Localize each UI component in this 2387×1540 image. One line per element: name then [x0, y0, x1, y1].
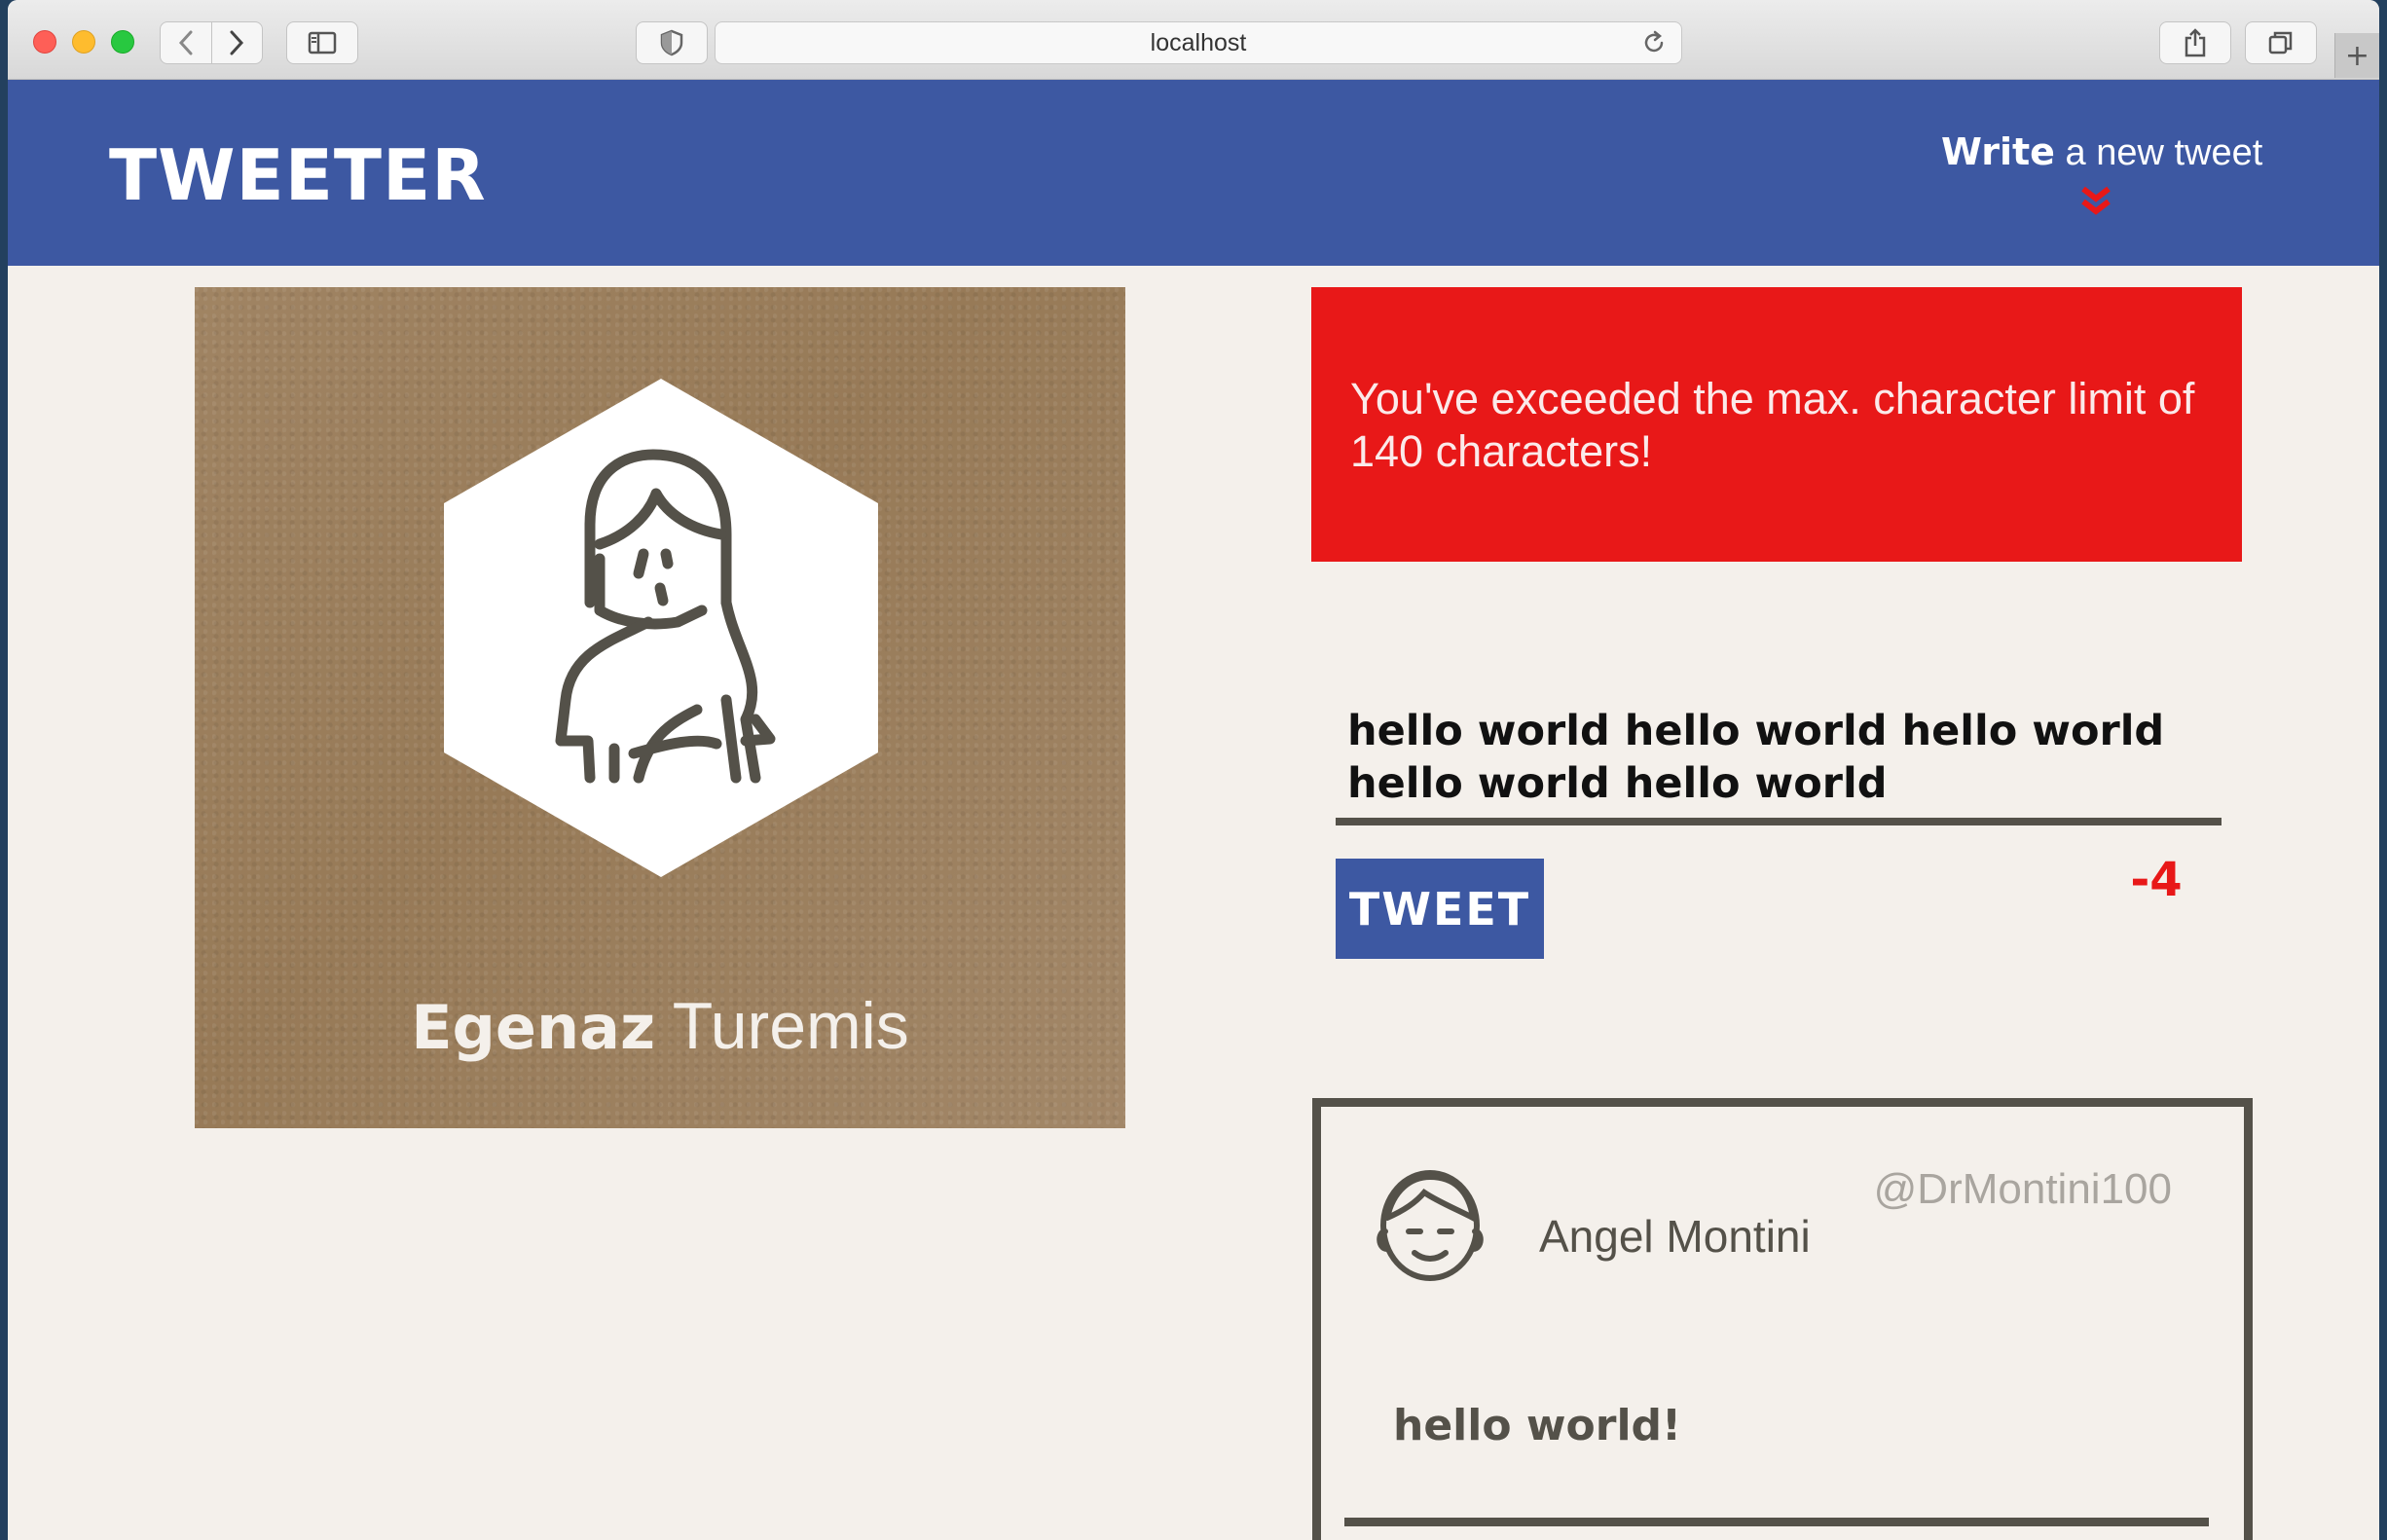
history-navigation [160, 21, 263, 64]
profile-avatar [444, 379, 878, 877]
profile-card: Egenaz Turemis [195, 287, 1125, 1128]
minimize-window-button[interactable] [72, 30, 95, 54]
chevron-left-icon [178, 30, 193, 55]
new-tab-button[interactable]: + [2334, 33, 2379, 78]
tweet-divider [1344, 1518, 2209, 1526]
profile-last-name: Turemis [655, 989, 909, 1063]
close-window-button[interactable] [33, 30, 56, 54]
error-message: You've exceeded the max. character limit… [1311, 287, 2242, 562]
compose-link-text: a new tweet [2054, 132, 2263, 173]
privacy-report-button[interactable] [636, 21, 708, 64]
tabs-overview-icon [2268, 31, 2293, 55]
compose-link-bold: Write [1941, 130, 2055, 173]
double-chevron-down-icon[interactable] [2079, 185, 2112, 218]
zoom-window-button[interactable] [111, 30, 134, 54]
forward-button[interactable] [210, 22, 263, 63]
tweet-author-handle: @DrMontini100 [1873, 1165, 2172, 1213]
tweet-text: hello world! [1393, 1401, 1682, 1450]
plus-icon: + [2344, 38, 2370, 73]
user-avatar-icon [1377, 1170, 1484, 1281]
url-text: localhost [1150, 28, 1247, 56]
shield-icon [660, 29, 683, 56]
browser-toolbar: localhost + [8, 0, 2379, 80]
site-header: TWEETER Write a new tweet [8, 80, 2379, 266]
reload-icon[interactable] [1640, 29, 1668, 56]
sidebar-toggle-button[interactable] [286, 21, 358, 64]
write-tweet-link[interactable]: Write a new tweet [1941, 130, 2262, 174]
profile-name: Egenaz Turemis [195, 988, 1125, 1064]
share-button[interactable] [2159, 21, 2231, 64]
address-bar[interactable]: localhost [715, 21, 1682, 64]
tweet-card: Angel Montini @DrMontini100 hello world! [1312, 1098, 2253, 1540]
browser-window: localhost + TWEETER Write a new tweet Eg… [8, 0, 2379, 1540]
character-counter: -4 [2130, 853, 2183, 907]
tweet-author-name: Angel Montini [1539, 1211, 1811, 1262]
sidebar-icon [308, 31, 337, 55]
share-icon [2185, 28, 2206, 57]
site-logo[interactable]: TWEETER [109, 134, 487, 216]
back-button[interactable] [161, 22, 211, 63]
tweet-textarea[interactable]: hello world hello world hello world hell… [1336, 701, 2222, 825]
chevron-right-icon [230, 30, 244, 55]
profile-first-name: Egenaz [411, 992, 656, 1063]
tab-overview-button[interactable] [2245, 21, 2317, 64]
tweet-button[interactable]: TWEET [1336, 859, 1544, 959]
